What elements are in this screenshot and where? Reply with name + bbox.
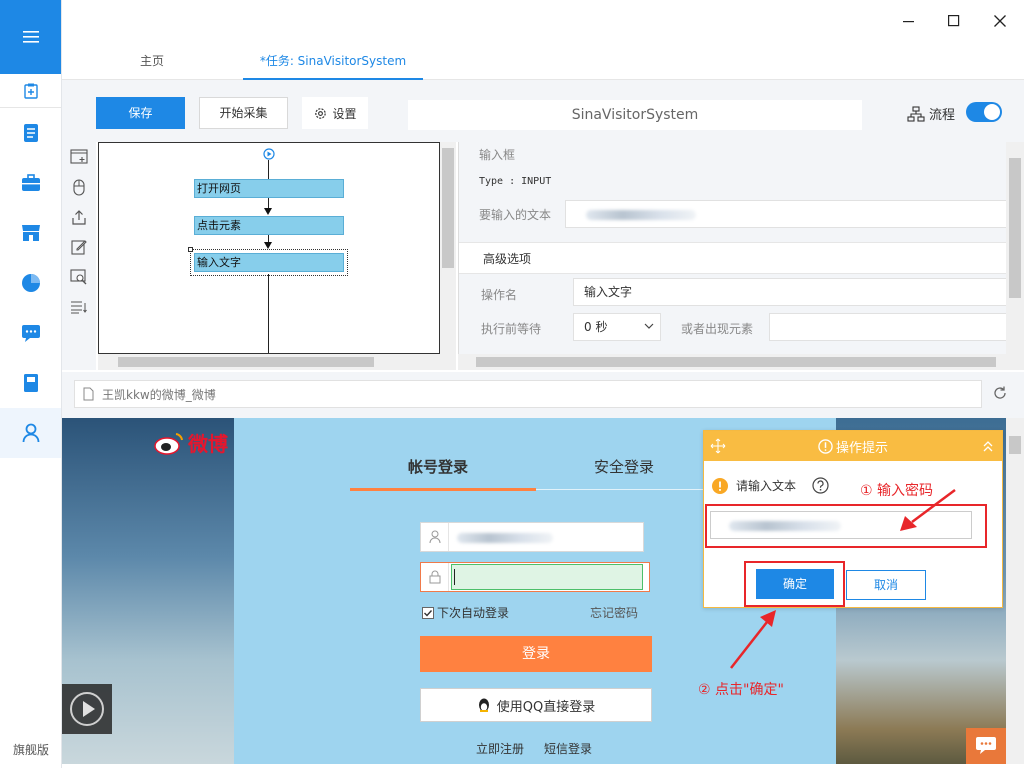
app-window: 旗舰版 主页 *任务: SinaVisitorSystem 保存 开始采集 设置…: [0, 0, 1024, 768]
arrow-to-input-head: [900, 516, 917, 531]
arrow-to-input: [911, 488, 956, 524]
arrow-to-confirm-head: [760, 610, 776, 627]
arrow-to-confirm: [730, 621, 768, 669]
annotation-arrows: [730, 488, 956, 669]
